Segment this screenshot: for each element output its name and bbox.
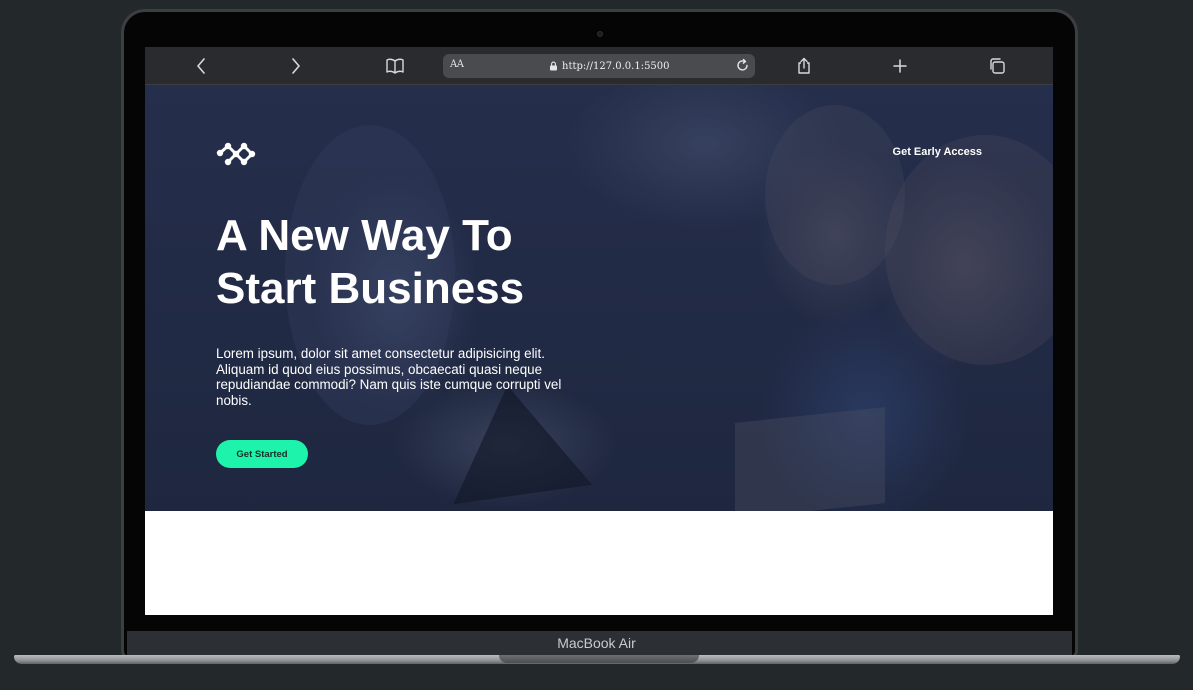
laptop-model-label: MacBook Air bbox=[557, 635, 636, 651]
browser-window: AA http://127.0.0.1:5500 Get Early Acces… bbox=[145, 47, 1053, 615]
hero-headline: A New Way To Start Business bbox=[216, 211, 525, 313]
hero-section: Get Early Access A New Way To Start Busi… bbox=[145, 85, 1053, 511]
laptop-notch bbox=[499, 655, 699, 663]
url-text: http://127.0.0.1:5500 bbox=[562, 60, 670, 72]
get-started-button[interactable]: Get Started bbox=[216, 440, 308, 468]
tabs-icon[interactable] bbox=[985, 47, 1009, 85]
camera-icon bbox=[597, 31, 603, 37]
address-bar[interactable]: AA http://127.0.0.1:5500 bbox=[443, 54, 755, 78]
plus-icon[interactable] bbox=[888, 47, 912, 85]
chevron-left-icon[interactable] bbox=[189, 47, 213, 85]
share-icon[interactable] bbox=[792, 47, 816, 85]
browser-toolbar: AA http://127.0.0.1:5500 bbox=[145, 47, 1053, 85]
lock-icon bbox=[550, 61, 557, 71]
reload-icon[interactable] bbox=[735, 58, 750, 73]
book-icon[interactable] bbox=[383, 47, 407, 85]
reader-aa-button[interactable]: AA bbox=[450, 59, 464, 70]
get-early-access-link[interactable]: Get Early Access bbox=[893, 146, 982, 158]
chevron-right-icon[interactable] bbox=[284, 47, 308, 85]
network-logo-icon[interactable] bbox=[216, 141, 258, 167]
hero-lead-text: Lorem ipsum, dolor sit amet consectetur … bbox=[216, 346, 562, 408]
